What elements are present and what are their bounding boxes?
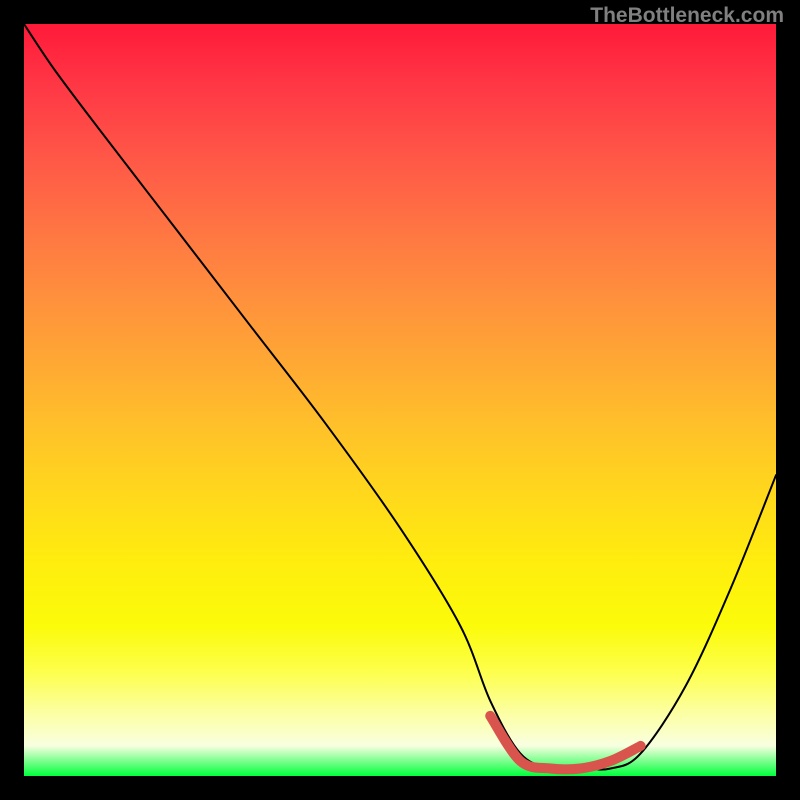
- watermark-text: TheBottleneck.com: [590, 4, 784, 28]
- bottleneck-curve-line: [24, 24, 776, 770]
- chart-svg: [24, 24, 776, 776]
- chart-plot-area: [24, 24, 776, 776]
